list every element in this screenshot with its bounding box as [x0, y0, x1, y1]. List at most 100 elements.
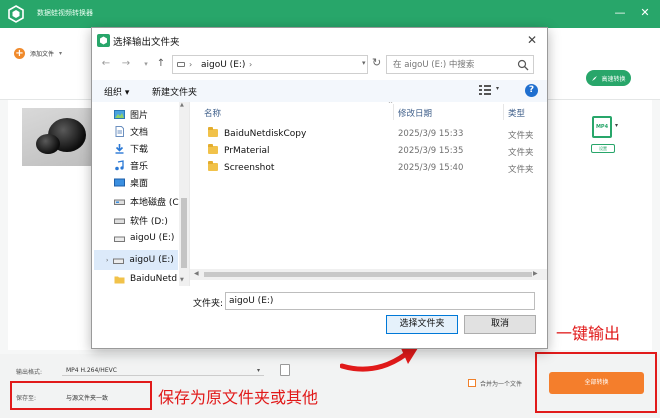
- window-close-icon[interactable]: ✕: [637, 5, 653, 21]
- select-output-folder-dialog: 选择输出文件夹 ✕ ← → ▾ ↑ › aigoU (E:) › ▾ ↻ 组织 …: [91, 27, 548, 349]
- breadcrumb-separator[interactable]: ›: [189, 60, 192, 69]
- nav-item-label: 桌面: [130, 178, 149, 189]
- merge-files-checkbox[interactable]: [468, 379, 476, 387]
- column-header-date[interactable]: 修改日期: [398, 107, 432, 119]
- nav-item-aigou-drive-selected[interactable]: › aigoU (E:): [106, 252, 174, 268]
- add-file-dropdown-icon[interactable]: ▾: [59, 50, 62, 57]
- format-settings-icon[interactable]: [280, 364, 290, 376]
- nav-item-local-disk[interactable]: 本地磁盘 (C:): [114, 193, 185, 209]
- output-format-value: MP4 H.264/HEVC: [66, 367, 117, 374]
- format-dropdown-icon[interactable]: ▾: [615, 122, 618, 129]
- app-logo-icon: [8, 5, 24, 23]
- chevron-down-icon[interactable]: ▾: [257, 367, 260, 374]
- dialog-command-bar: 组织 ▾ 新建文件夹 ▾ ?: [92, 80, 547, 102]
- expand-chevron-icon[interactable]: ›: [106, 257, 108, 264]
- folder-field-label: 文件夹:: [193, 299, 224, 309]
- nav-item-aigou-drive[interactable]: aigoU (E:): [114, 230, 174, 246]
- usb-drive-icon: [114, 236, 125, 242]
- output-format-label: 输出格式:: [16, 369, 43, 376]
- folder-icon: [208, 127, 218, 137]
- hardware-acceleration-button[interactable]: 高速转换: [586, 70, 631, 86]
- horizontal-scrollbar[interactable]: ◀ ▶: [190, 269, 547, 280]
- column-divider[interactable]: [393, 104, 394, 120]
- file-list-header: ^ 名称 修改日期 类型: [190, 102, 547, 122]
- dialog-title: 选择输出文件夹: [113, 37, 180, 48]
- view-options-dropdown-icon[interactable]: ▾: [496, 85, 499, 92]
- merge-files-label: 合并为一个文件: [480, 381, 523, 388]
- nav-item-music[interactable]: 音乐: [114, 157, 148, 173]
- file-type: 文件夹: [508, 165, 534, 175]
- search-input[interactable]: [393, 58, 513, 72]
- documents-icon: [115, 125, 124, 137]
- view-mode-icon[interactable]: [478, 84, 492, 96]
- new-folder-button[interactable]: 新建文件夹: [152, 85, 197, 98]
- add-file-label: 添加文件: [30, 50, 55, 58]
- minimize-icon[interactable]: —: [612, 5, 628, 21]
- file-row[interactable]: PrMaterial 2025/3/9 15:35 文件夹: [190, 142, 547, 159]
- horizontal-scroll-thumb[interactable]: [204, 272, 532, 277]
- nav-item-label: 下载: [130, 144, 149, 155]
- scroll-left-icon[interactable]: ◀: [194, 270, 199, 277]
- drive-icon: [114, 218, 125, 224]
- file-type: 文件夹: [508, 131, 534, 141]
- breadcrumb-separator[interactable]: ›: [249, 60, 252, 69]
- file-list-pane: ^ 名称 修改日期 类型 BaiduNetdiskCopy 2025/3/9 1…: [190, 102, 547, 286]
- thumbnail-object: [36, 134, 60, 154]
- pictures-icon: [114, 109, 125, 119]
- address-bar[interactable]: › aigoU (E:) ›: [172, 55, 368, 74]
- nav-item-software-drive[interactable]: 软件 (D:): [114, 212, 168, 228]
- convert-all-highlight-box: [535, 352, 657, 413]
- app-title: 数据蛙视频转换器: [37, 9, 93, 17]
- drive-icon: [177, 62, 185, 67]
- column-header-type[interactable]: 类型: [508, 107, 525, 119]
- forward-arrow-icon[interactable]: →: [119, 58, 133, 69]
- hw-accel-label: 高速转换: [601, 75, 626, 83]
- nav-item-label: 本地磁盘 (C:): [130, 197, 186, 208]
- file-row[interactable]: BaiduNetdiskCopy 2025/3/9 15:33 文件夹: [190, 125, 547, 142]
- help-icon[interactable]: ?: [525, 84, 538, 97]
- address-history-icon[interactable]: ▾: [362, 59, 366, 67]
- file-date: 2025/3/9 15:33: [398, 129, 464, 139]
- output-format-selector[interactable]: MP4 ▾ 设置: [586, 116, 622, 156]
- nav-item-label: BaiduNetd: [130, 274, 178, 284]
- dialog-titlebar: 选择输出文件夹 ✕: [92, 28, 547, 52]
- scroll-right-icon[interactable]: ▶: [533, 270, 538, 277]
- format-settings-button[interactable]: 设置: [591, 144, 615, 153]
- nav-item-documents[interactable]: 文档: [114, 123, 148, 139]
- desktop-icon: [114, 178, 125, 186]
- nav-item-desktop[interactable]: 桌面: [114, 174, 148, 190]
- back-arrow-icon[interactable]: ←: [99, 58, 113, 69]
- nav-pane-scrollbar[interactable]: ▲ ▼: [179, 102, 189, 286]
- rocket-icon: [592, 75, 598, 81]
- recent-locations-icon[interactable]: ▾: [139, 60, 153, 68]
- organize-menu-button[interactable]: 组织 ▾: [104, 85, 129, 98]
- scroll-down-icon[interactable]: ▼: [180, 277, 184, 283]
- nav-item-label: 文档: [130, 127, 149, 138]
- nav-item-downloads[interactable]: 下载: [114, 140, 148, 156]
- file-row[interactable]: Screenshot 2025/3/9 15:40 文件夹: [190, 159, 547, 176]
- add-plus-icon: +: [14, 47, 25, 59]
- annotation-export-text: 一键输出: [556, 324, 621, 343]
- drive-icon: [114, 199, 125, 205]
- search-icon: [517, 59, 529, 71]
- file-type: 文件夹: [508, 148, 534, 158]
- select-folder-button[interactable]: 选择文件夹: [386, 315, 458, 334]
- cancel-button[interactable]: 取消: [464, 315, 536, 334]
- nav-item-pictures[interactable]: 图片: [114, 106, 148, 122]
- address-path[interactable]: aigoU (E:): [201, 60, 245, 70]
- column-divider[interactable]: [503, 104, 504, 120]
- save-to-highlight-box: [10, 381, 152, 410]
- file-name: PrMaterial: [224, 146, 270, 156]
- search-box[interactable]: [386, 55, 534, 74]
- nav-scroll-thumb[interactable]: [181, 198, 187, 268]
- add-file-button[interactable]: + 添加文件 ▾: [14, 46, 62, 60]
- file-date: 2025/3/9 15:35: [398, 146, 464, 156]
- scroll-up-icon[interactable]: ▲: [180, 102, 184, 108]
- up-arrow-icon[interactable]: ↑: [154, 58, 168, 69]
- column-header-name[interactable]: 名称: [204, 107, 221, 119]
- folder-path-input[interactable]: [225, 292, 535, 310]
- dialog-close-icon[interactable]: ✕: [523, 33, 541, 47]
- nav-item-baidu-folder[interactable]: BaiduNetd: [114, 271, 177, 286]
- mp4-file-icon: MP4: [592, 116, 612, 138]
- refresh-icon[interactable]: ↻: [372, 56, 381, 69]
